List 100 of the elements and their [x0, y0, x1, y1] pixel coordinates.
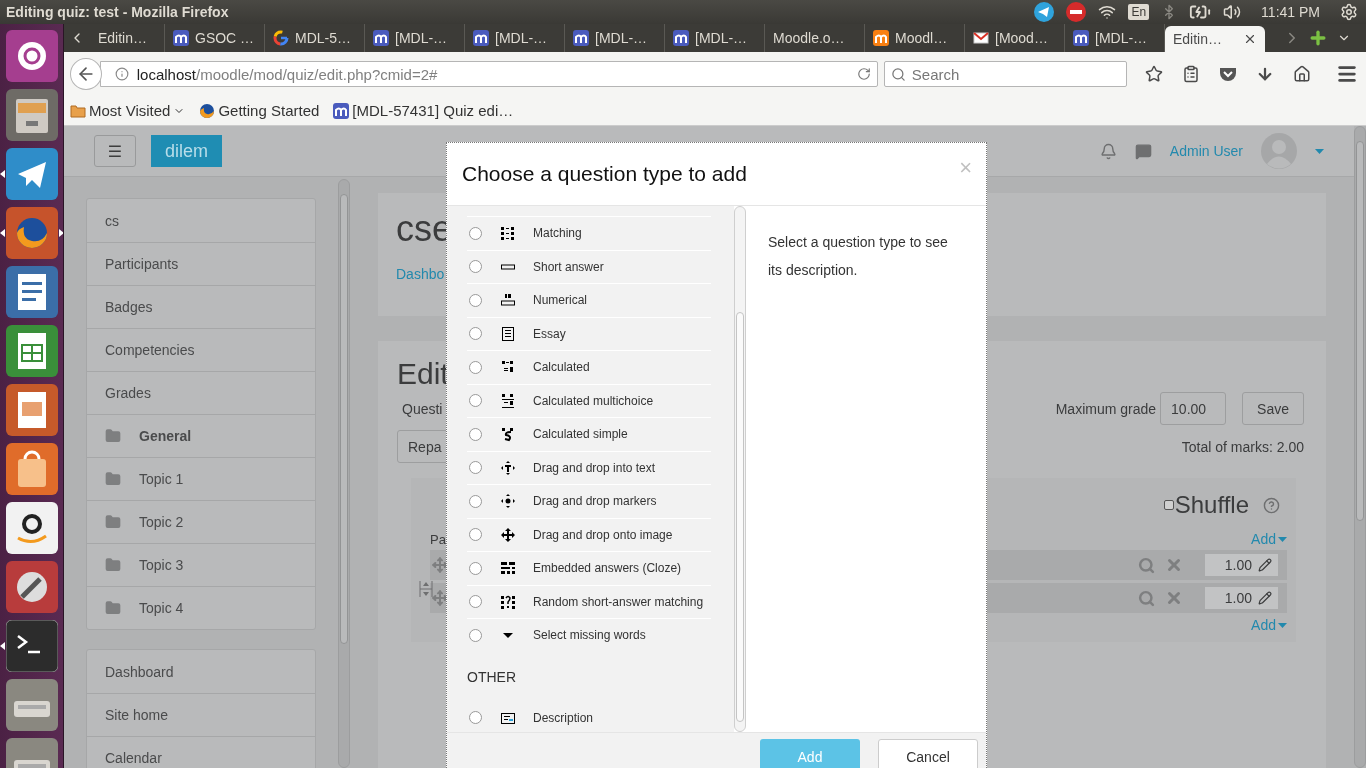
paper-plane-icon[interactable]: [5, 148, 58, 200]
question-type-option[interactable]: Random short-answer matching: [467, 584, 711, 618]
nav-item[interactable]: cs: [87, 199, 315, 242]
radio-button[interactable]: [469, 561, 482, 575]
question-type-option[interactable]: Embedded answers (Cloze): [467, 551, 711, 585]
nav-item[interactable]: Topic 4: [87, 586, 315, 629]
nav-item[interactable]: Topic 3: [87, 543, 315, 586]
question-type-option[interactable]: Drag and drop markers: [467, 484, 711, 518]
move-icon[interactable]: [432, 590, 448, 606]
radio-button[interactable]: [469, 494, 482, 508]
keyboard-layout-indicator[interactable]: En: [1128, 4, 1150, 20]
scrollbar[interactable]: [1354, 126, 1366, 768]
close-icon[interactable]: [1243, 32, 1257, 46]
nav-item[interactable]: Topic 1: [87, 457, 315, 500]
move-icon[interactable]: [432, 557, 448, 573]
nav-item[interactable]: Dashboard: [87, 650, 315, 693]
radio-button[interactable]: [469, 427, 482, 441]
radio-button[interactable]: [469, 628, 482, 642]
file-cabinet-icon[interactable]: [5, 89, 58, 141]
shuffle-checkbox[interactable]: [1163, 500, 1174, 510]
radio-button[interactable]: [469, 360, 482, 374]
document-icon: [500, 325, 516, 342]
nav-item[interactable]: Badges: [87, 285, 315, 328]
caret-icon[interactable]: [1315, 148, 1324, 154]
bell-icon[interactable]: [1099, 142, 1117, 160]
resize-handle-icon[interactable]: [419, 580, 433, 598]
no-entry-icon[interactable]: [1066, 2, 1087, 22]
section-heading: OTHER: [467, 667, 517, 687]
wifi-icon[interactable]: [1098, 3, 1117, 21]
browser-icon[interactable]: [5, 207, 58, 259]
radio-button[interactable]: [469, 327, 482, 341]
site-icon: [673, 30, 689, 46]
clipboard-icon[interactable]: [1182, 65, 1200, 83]
question-type-option[interactable]: Essay: [467, 316, 711, 350]
max-grade-field[interactable]: 10.00: [1160, 392, 1227, 425]
paper-plane-icon[interactable]: [1034, 2, 1055, 22]
menu-icon[interactable]: [1336, 63, 1358, 85]
scrollbar[interactable]: [734, 206, 746, 732]
bookmark-star-icon[interactable]: [1145, 65, 1163, 83]
search-field[interactable]: Search: [883, 61, 1127, 87]
shield-icon[interactable]: [1219, 65, 1237, 83]
back-button[interactable]: [70, 58, 102, 90]
browser-tab[interactable]: Editin…: [1165, 26, 1265, 52]
question-type-option[interactable]: Calculated: [467, 350, 711, 384]
help-icon[interactable]: [1263, 496, 1280, 514]
radio-button[interactable]: [469, 226, 482, 240]
nav-item[interactable]: Grades: [87, 371, 315, 414]
question-type-option[interactable]: Drag and drop into text: [467, 450, 711, 484]
ubuntu-logo-icon[interactable]: [5, 30, 58, 82]
radio-button[interactable]: [469, 528, 482, 542]
radio-button[interactable]: [469, 260, 482, 274]
bookmark-item[interactable]: Most Visited: [70, 102, 186, 119]
mark-field[interactable]: 1.00: [1205, 587, 1278, 609]
folder-icon: [105, 514, 121, 530]
cancel-button[interactable]: Cancel: [878, 739, 978, 768]
radio-button[interactable]: [469, 461, 482, 475]
folder-icon: [70, 102, 86, 119]
nav-item[interactable]: General: [87, 414, 315, 457]
radio-button[interactable]: [469, 711, 482, 725]
pencil-icon[interactable]: [1258, 591, 1272, 605]
home-icon[interactable]: [1293, 65, 1311, 83]
menu-button[interactable]: ☰: [94, 135, 136, 167]
bookmark-item[interactable]: Getting Started: [199, 102, 320, 119]
question-type-option[interactable]: Short answer: [467, 249, 711, 283]
save-button[interactable]: Save: [1242, 392, 1304, 425]
address-field[interactable]: localhost/moodle/mod/quiz/edit.php?cmid=2#: [99, 61, 878, 87]
download-icon[interactable]: [1256, 65, 1274, 83]
bookmark-item[interactable]: [MDL-57431] Quiz edi…: [333, 102, 514, 119]
nav-item[interactable]: Participants: [87, 242, 315, 285]
radio-button[interactable]: [469, 394, 482, 408]
total-marks: Total of marks: 2.00: [1181, 438, 1304, 455]
nav-item[interactable]: Calendar: [87, 736, 315, 768]
question-type-option[interactable]: Select missing words: [467, 618, 711, 652]
volume-icon[interactable]: [1223, 3, 1242, 21]
terminal-icon[interactable]: [5, 620, 58, 672]
info-icon[interactable]: [114, 67, 129, 81]
settings-icon[interactable]: [1340, 3, 1358, 21]
spreadsheet-icon[interactable]: [5, 325, 58, 377]
question-type-option[interactable]: Matching: [467, 216, 711, 250]
nav-item[interactable]: Site home: [87, 693, 315, 736]
question-type-option[interactable]: Numerical: [467, 283, 711, 317]
page-title: Edit: [397, 356, 449, 392]
pencil-icon[interactable]: [1258, 558, 1272, 572]
question-type-option[interactable]: Calculated simple: [467, 417, 711, 451]
presentation-icon[interactable]: [5, 384, 58, 436]
reload-icon[interactable]: [856, 67, 871, 81]
document-icon[interactable]: [5, 266, 58, 318]
question-type-option[interactable]: Calculated multichoice: [467, 383, 711, 417]
radio-button[interactable]: [469, 293, 482, 307]
scrollbar[interactable]: [338, 179, 350, 768]
chat-icon[interactable]: [1134, 142, 1152, 160]
radio-button[interactable]: [469, 595, 482, 609]
nav-item[interactable]: Competencies: [87, 328, 315, 371]
question-type-option[interactable]: Drag and drop onto image: [467, 517, 711, 551]
mark-field[interactable]: 1.00: [1205, 554, 1278, 576]
drive-icon[interactable]: [5, 679, 58, 731]
shopping-bag-icon[interactable]: [5, 443, 58, 495]
site-icon: [173, 30, 189, 46]
nav-item[interactable]: Topic 2: [87, 500, 315, 543]
clock[interactable]: 11:41 PM: [1261, 4, 1320, 20]
